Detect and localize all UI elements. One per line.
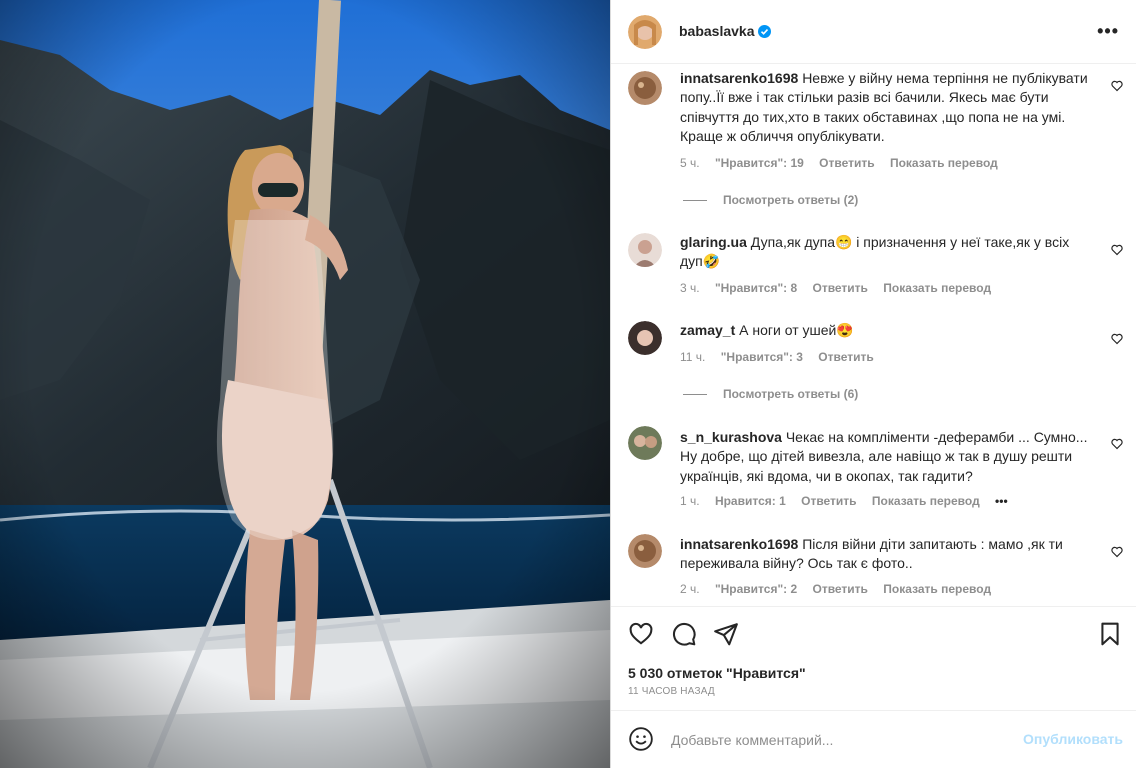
comment-translate-button[interactable]: Показать перевод <box>890 156 998 170</box>
comment-like-icon[interactable] <box>1111 545 1123 558</box>
post-time[interactable]: 11 ЧАСОВ НАЗАД <box>628 686 715 697</box>
view-replies-button[interactable]: Посмотреть ответы (6) <box>683 387 858 401</box>
comment-reply-button[interactable]: Ответить <box>812 582 867 596</box>
verified-badge-icon <box>758 25 771 38</box>
comment-text: s_n_kurashova Чекає на компліменти -дефе… <box>680 428 1090 486</box>
comment-reply-button[interactable]: Ответить <box>819 156 874 170</box>
heart-icon[interactable] <box>628 621 654 647</box>
author-username[interactable]: babaslavka <box>679 23 755 39</box>
comment-text: glaring.ua Дупа,як дупа😁 і призначення у… <box>680 233 1090 272</box>
comment-meta: 2 ч. "Нравится": 2 Ответить Показать пер… <box>680 582 1003 596</box>
replies-divider <box>683 394 707 396</box>
share-icon[interactable] <box>713 621 739 647</box>
post-actions: 5 030 отметок "Нравится" 11 ЧАСОВ НАЗАД <box>611 606 1136 710</box>
comment-translate-button[interactable]: Показать перевод <box>883 281 991 295</box>
author-avatar[interactable] <box>628 15 662 49</box>
comment-time: 11 ч. <box>680 350 706 364</box>
comment-translate-button[interactable]: Показать перевод <box>872 494 980 508</box>
add-comment-bar: Опубликовать <box>611 710 1136 768</box>
comment-text: innatsarenko1698 Невже у війну нема терп… <box>680 69 1090 146</box>
comment-time: 5 ч. <box>680 156 700 170</box>
comment-time: 2 ч. <box>680 582 700 596</box>
comment-avatar[interactable] <box>628 71 662 105</box>
comment-like-icon[interactable] <box>1111 243 1123 256</box>
comment-time: 3 ч. <box>680 281 700 295</box>
likes-count[interactable]: 5 030 отметок "Нравится" <box>628 665 806 681</box>
comment-like-icon[interactable] <box>1111 437 1123 450</box>
comment-body: А ноги от ушей😍 <box>739 322 854 338</box>
comment-likes[interactable]: "Нравится": 8 <box>715 281 797 295</box>
comment-username[interactable]: innatsarenko1698 <box>680 70 798 86</box>
post-photo[interactable] <box>0 0 610 768</box>
comment-reply-button[interactable]: Ответить <box>818 350 873 364</box>
comment-input[interactable] <box>669 727 1003 753</box>
post-comment-button[interactable]: Опубликовать <box>1023 731 1123 747</box>
post-header: babaslavka ••• <box>611 0 1136 64</box>
replies-divider <box>683 200 707 202</box>
comment-avatar[interactable] <box>628 233 662 267</box>
comment-more-icon[interactable]: ••• <box>995 494 1008 508</box>
comment-icon[interactable] <box>671 621 697 647</box>
view-replies-button[interactable]: Посмотреть ответы (2) <box>683 193 858 207</box>
comment-meta: 11 ч. "Нравится": 3 Ответить <box>680 350 886 364</box>
comment-like-icon[interactable] <box>1111 332 1123 345</box>
comment-username[interactable]: s_n_kurashova <box>680 429 782 445</box>
comment-like-icon[interactable] <box>1111 79 1123 92</box>
emoji-icon[interactable] <box>628 726 654 752</box>
comment-avatar[interactable] <box>628 426 662 460</box>
comment-username[interactable]: zamay_t <box>680 322 735 338</box>
comment-username[interactable]: glaring.ua <box>680 234 747 250</box>
comment-meta: 5 ч. "Нравится": 19 Ответить Показать пе… <box>680 156 1010 170</box>
bookmark-icon[interactable] <box>1097 621 1123 647</box>
view-replies-label: Посмотреть ответы (6) <box>723 387 859 401</box>
comment-likes[interactable]: "Нравится": 2 <box>715 582 797 596</box>
comment-translate-button[interactable]: Показать перевод <box>883 582 991 596</box>
comment-time: 1 ч. <box>680 494 700 508</box>
comment-likes[interactable]: "Нравится": 3 <box>721 350 803 364</box>
comment-meta: 1 ч. Нравится: 1 Ответить Показать перев… <box>680 494 1020 508</box>
comment-text: innatsarenko1698 Після війни діти запита… <box>680 535 1090 574</box>
comment-text: zamay_t А ноги от ушей😍 <box>680 321 1090 340</box>
comment-meta: 3 ч. "Нравится": 8 Ответить Показать пер… <box>680 281 1003 295</box>
beach-photo <box>0 0 610 768</box>
comment-likes[interactable]: "Нравится": 19 <box>715 156 804 170</box>
comment-username[interactable]: innatsarenko1698 <box>680 536 798 552</box>
comment-reply-button[interactable]: Ответить <box>812 281 867 295</box>
view-replies-label: Посмотреть ответы (2) <box>723 193 859 207</box>
comment-avatar[interactable] <box>628 534 662 568</box>
comment-avatar[interactable] <box>628 321 662 355</box>
more-options-icon[interactable]: ••• <box>1097 22 1119 40</box>
post-details-panel: babaslavka ••• innatsarenko1698 Невже у … <box>610 0 1136 768</box>
comment-likes[interactable]: Нравится: 1 <box>715 494 786 508</box>
comments-list: innatsarenko1698 Невже у війну нема терп… <box>611 64 1136 606</box>
comment-reply-button[interactable]: Ответить <box>801 494 856 508</box>
